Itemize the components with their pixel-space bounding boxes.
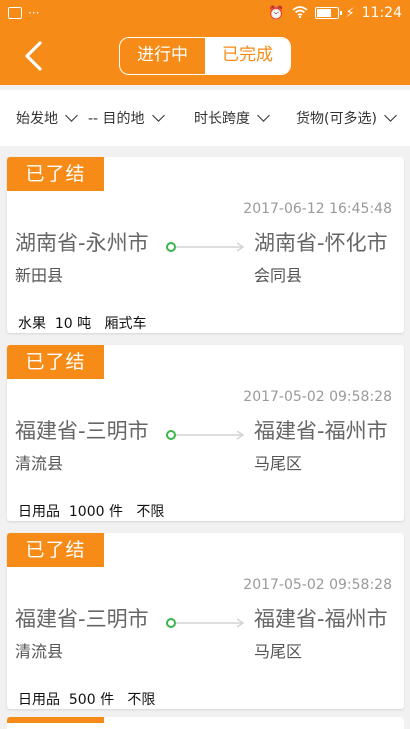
nav-bar: 进行中 已完成 <box>0 28 410 85</box>
destination-city: 福建省-福州市 <box>254 419 388 443</box>
origin-city: 福建省-三明市 <box>15 607 149 631</box>
destination-city: 福建省-福州市 <box>254 607 388 631</box>
filter-destination-label: -- 目的地 <box>88 111 145 127</box>
origin-city: 福建省-三明市 <box>15 419 149 443</box>
filter-duration[interactable]: 时长跨度 <box>194 108 270 128</box>
cargo-info: 日用品 1000 件 不限 <box>18 504 165 520</box>
status-time: 11:24 <box>361 5 402 21</box>
order-time: 2017-05-02 09:58:28 <box>243 577 392 593</box>
status-badge: 已了结 <box>7 157 104 191</box>
origin-district: 新田县 <box>15 266 64 285</box>
filter-origin-label: 始发地 <box>16 111 58 127</box>
status-badge: 已了结 <box>7 345 104 379</box>
filter-cargo[interactable]: 货物(可多选) <box>296 108 397 128</box>
origin-city: 湖南省-永州市 <box>15 231 149 255</box>
filter-origin[interactable]: 始发地 <box>16 108 78 128</box>
status-dots: ··· <box>28 6 40 20</box>
cargo-info: 水果 10 吨 厢式车 <box>18 316 147 332</box>
status-left: ··· <box>8 6 39 20</box>
order-card[interactable]: 已了结 2017-05-02 09:58:28 福建省-三明市 清流县 福建省-… <box>7 345 404 521</box>
back-button[interactable] <box>18 38 54 74</box>
route-arrow-icon <box>166 430 245 440</box>
filter-bar: 始发地 -- 目的地 时长跨度 货物(可多选) <box>0 90 410 146</box>
destination-district: 会同县 <box>254 266 303 285</box>
alarm-icon: ⏰ <box>268 5 285 21</box>
order-card[interactable]: 已了结 2017-06-12 16:45:48 湖南省-永州市 新田县 湖南省-… <box>7 157 404 333</box>
battery-icon <box>314 7 342 19</box>
status-badge-partial <box>7 717 104 723</box>
filter-cargo-label: 货物(可多选) <box>296 111 377 127</box>
order-card[interactable]: 已了结 2017-05-02 09:58:28 福建省-三明市 清流县 福建省-… <box>7 533 404 709</box>
wifi-icon <box>291 5 308 21</box>
origin-district: 清流县 <box>15 642 64 661</box>
image-icon <box>8 7 22 19</box>
chevron-down-icon <box>257 109 270 122</box>
origin-district: 清流县 <box>15 454 64 473</box>
tab-completed[interactable]: 已完成 <box>205 38 290 74</box>
status-bar: ··· ⏰ ⚡ 11:24 <box>0 0 410 28</box>
route-arrow-icon <box>166 242 245 252</box>
chevron-left-icon <box>25 41 42 71</box>
order-time: 2017-05-02 09:58:28 <box>243 389 392 405</box>
destination-district: 马尾区 <box>254 454 303 473</box>
route-arrow-icon <box>166 618 245 628</box>
chevron-down-icon <box>384 109 397 122</box>
status-segmented-control: 进行中 已完成 <box>119 37 291 75</box>
filter-destination[interactable]: -- 目的地 <box>88 108 165 128</box>
tab-in-progress[interactable]: 进行中 <box>120 38 205 74</box>
status-right: ⏰ ⚡ 11:24 <box>268 5 402 21</box>
chevron-down-icon <box>151 109 165 122</box>
order-card-partial[interactable] <box>7 717 404 729</box>
chevron-down-icon <box>65 109 78 122</box>
charging-icon: ⚡ <box>345 5 355 21</box>
order-time: 2017-06-12 16:45:48 <box>243 201 392 217</box>
destination-city: 湖南省-怀化市 <box>254 231 388 255</box>
destination-district: 马尾区 <box>254 642 303 661</box>
cargo-info: 日用品 500 件 不限 <box>18 692 156 708</box>
filter-duration-label: 时长跨度 <box>194 111 250 127</box>
status-badge: 已了结 <box>7 533 104 567</box>
